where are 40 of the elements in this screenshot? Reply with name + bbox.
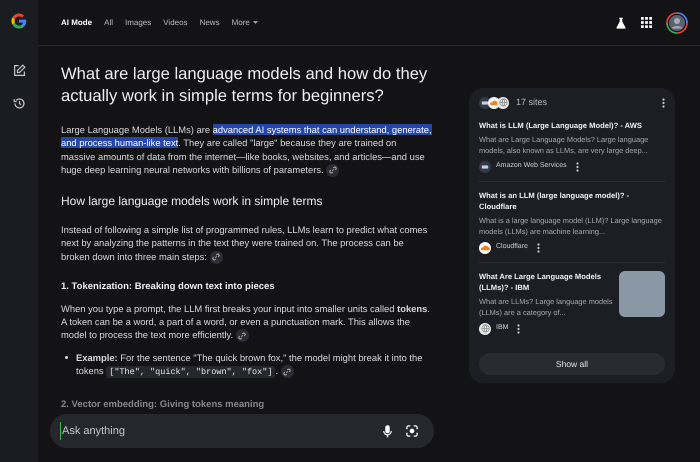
nav-tab[interactable]: All [104, 16, 113, 28]
ask-input-field[interactable]: Ask anything [50, 414, 434, 448]
nav-tab[interactable]: News [200, 16, 220, 28]
text-input[interactable]: Ask anything [60, 422, 369, 440]
microphone-icon[interactable] [383, 424, 392, 438]
question-title: What are large language models and how do they actually work in simple terms for beginners? [61, 63, 428, 107]
nav-tab[interactable]: AI Mode [61, 16, 92, 28]
link-icon[interactable] [280, 365, 294, 378]
answer-paragraph: Instead of following a simple list of programmed rules, LLMs learn to predict what comes next by analyzing the patterns in the text they were trained on. The process can be broken down into three main steps: [61, 222, 433, 264]
link-icon[interactable] [326, 164, 340, 177]
apps-grid-icon[interactable] [641, 17, 652, 28]
step-heading: 1. Tokenization: Breaking down text into pieces [61, 280, 276, 293]
more-options-icon[interactable] [536, 242, 540, 252]
nav-tab[interactable]: Videos [163, 16, 188, 28]
more-options-icon[interactable] [662, 98, 665, 108]
more-options-icon[interactable] [576, 162, 579, 172]
history-icon[interactable] [12, 97, 26, 110]
nav-tab[interactable]: Images [125, 16, 152, 28]
camera-lens-icon[interactable] [406, 425, 418, 437]
link-icon[interactable] [210, 250, 223, 264]
more-options-icon[interactable] [517, 324, 520, 334]
edit-icon[interactable] [12, 64, 26, 77]
step-heading: 2. Vector embedding: Giving tokens meaning [61, 398, 266, 411]
show-all-button[interactable]: Show all [479, 352, 665, 376]
box-favicon-icon [479, 160, 491, 172]
globe-favicon-icon [497, 96, 509, 109]
section-heading: How large language models work in simple terms [61, 192, 324, 209]
nav-tab[interactable]: More [232, 16, 258, 28]
bullet-text: Example: For the sentence "The quick brown fox," the model might break it into the tokens ["The", "quick", "brown", "fox"] . [76, 351, 424, 380]
cloud-favicon-icon [479, 242, 491, 254]
caret-icon [252, 21, 258, 24]
site-count: 17 sites [516, 96, 548, 109]
globe-favicon-icon [479, 322, 491, 334]
bullet-dot [65, 356, 68, 360]
avatar-icon[interactable] [666, 12, 688, 34]
google-logo-icon[interactable] [10, 12, 28, 30]
flask-icon[interactable] [615, 16, 627, 28]
box-favicon-icon [479, 96, 491, 109]
link-icon[interactable] [236, 329, 249, 342]
answer-paragraph: When you type a prompt, the LLM first breaks your input into smaller units called tokens. A token can be a word, a part of a word, or even a punctuation mark. This allows the model to process the text more efficiently. [61, 302, 431, 342]
